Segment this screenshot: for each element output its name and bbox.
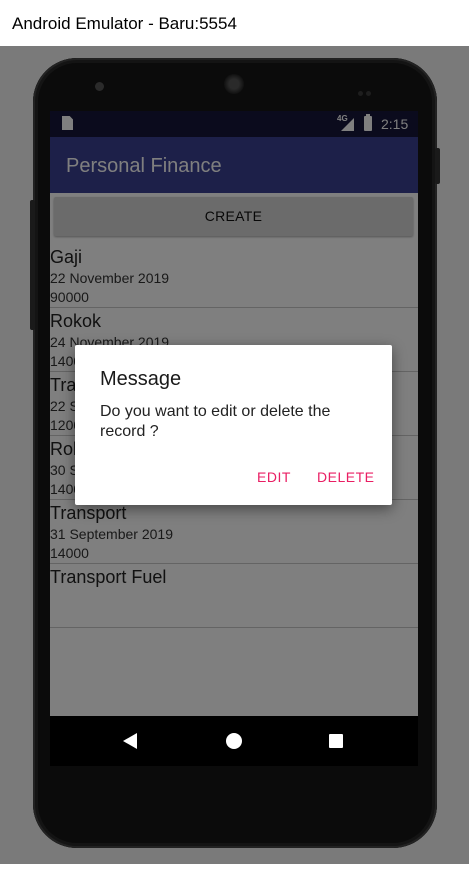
- window-bottom-edge: [0, 864, 469, 874]
- emulator-window-title: Android Emulator - Baru:5554: [0, 0, 469, 46]
- front-camera: [95, 82, 104, 91]
- power-button[interactable]: [435, 148, 440, 184]
- earpiece-speaker: [224, 74, 244, 94]
- volume-button[interactable]: [30, 200, 35, 330]
- edit-button[interactable]: EDIT: [257, 469, 291, 485]
- delete-button[interactable]: DELETE: [317, 469, 374, 485]
- message-dialog: Message Do you want to edit or delete th…: [75, 345, 392, 505]
- dialog-message: Do you want to edit or delete the record…: [100, 403, 331, 440]
- navigation-bar: [50, 716, 418, 766]
- recents-icon[interactable]: [329, 734, 343, 748]
- phone-screen: 4G 2:15 Personal Finance CREATE Gaji 22 …: [50, 111, 418, 766]
- dialog-title: Message: [100, 368, 182, 390]
- back-icon[interactable]: [123, 733, 137, 749]
- proximity-sensors: [358, 83, 374, 96]
- home-icon[interactable]: [226, 733, 242, 749]
